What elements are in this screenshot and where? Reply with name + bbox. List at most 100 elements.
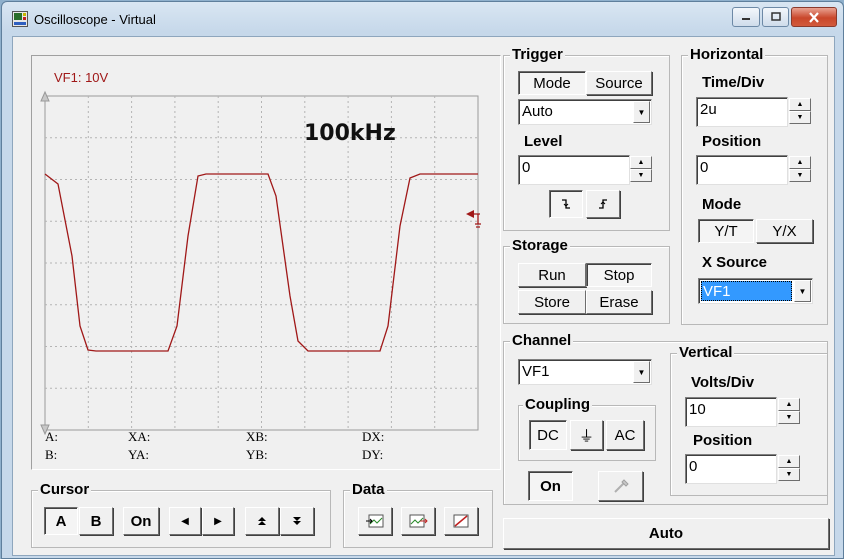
time-div-label: Time/Div <box>702 74 765 91</box>
trigger-rising-edge-button[interactable] <box>586 190 620 218</box>
vertical-position-label: Position <box>693 432 753 449</box>
cursor-right-button[interactable]: ▶ <box>202 507 234 535</box>
import-data-icon <box>409 514 428 528</box>
cursor-a-button[interactable]: A <box>44 507 78 535</box>
readout-a: A: <box>45 429 58 444</box>
horizontal-position-spinner[interactable]: ▲ ▼ <box>789 156 811 182</box>
readout-yb: YB: <box>246 447 268 462</box>
chevron-down-icon[interactable]: ▼ <box>633 101 650 123</box>
arrow-right-icon: ▶ <box>214 515 222 527</box>
vertical-position-spinner[interactable]: ▲ ▼ <box>778 455 800 481</box>
trigger-source-tab[interactable]: Source <box>586 71 652 95</box>
trigger-mode-select[interactable]: Auto ▼ <box>518 99 652 125</box>
cursor-up-button[interactable] <box>245 507 279 535</box>
cursor-on-button[interactable]: On <box>123 507 159 535</box>
coupling-gnd-button[interactable]: ⏚ <box>570 420 603 450</box>
chevron-down-icon[interactable]: ▼ <box>794 280 811 302</box>
horizontal-title: Horizontal <box>688 46 766 64</box>
chevron-down-icon[interactable]: ▼ <box>633 361 650 383</box>
erase-button[interactable]: Erase <box>586 290 652 314</box>
data-title: Data <box>350 481 387 499</box>
readout-ya: YA: <box>128 447 149 462</box>
trigger-level-spinner[interactable]: ▲ ▼ <box>630 156 652 182</box>
horizontal-position-label: Position <box>702 133 762 150</box>
maximize-button[interactable] <box>762 7 789 27</box>
spin-down-icon[interactable]: ▼ <box>778 411 800 424</box>
trigger-group: Trigger Mode Source Auto ▼ Level 0 ▲ ▼ <box>503 46 670 231</box>
frequency-annotation: 100kHz <box>304 121 396 146</box>
vertical-position-input[interactable]: 0 <box>685 454 777 484</box>
coupling-group: Coupling DC ⏚ AC <box>518 396 656 461</box>
probe-color-button[interactable] <box>598 471 643 501</box>
level-label: Level <box>524 133 563 150</box>
volts-div-label: Volts/Div <box>691 374 755 391</box>
double-arrow-down-icon <box>293 517 301 525</box>
x-source-select[interactable]: VF1 ▼ <box>698 278 813 304</box>
scope-screen: VF1: 10V 100kHz <box>32 56 500 469</box>
readout-dx: DX: <box>362 429 385 444</box>
horizontal-position-input[interactable]: 0 <box>696 155 788 185</box>
volts-div-spinner[interactable]: ▲ ▼ <box>778 398 800 424</box>
title-bar[interactable]: Oscilloscope - Virtual <box>2 2 843 36</box>
import-data-button[interactable] <box>401 507 435 535</box>
clear-data-icon <box>453 514 469 528</box>
coupling-ac-button[interactable]: AC <box>606 420 644 450</box>
minimize-icon <box>742 18 750 20</box>
coupling-dc-button[interactable]: DC <box>529 420 567 450</box>
spin-down-icon[interactable]: ▼ <box>789 169 811 182</box>
readout-dy: DY: <box>362 447 384 462</box>
trigger-mode-tab[interactable]: Mode <box>518 71 586 95</box>
spin-up-icon[interactable]: ▲ <box>789 156 811 169</box>
channel-on-button[interactable]: On <box>528 471 573 501</box>
oscilloscope-window: Oscilloscope - Virtual VF1: 10V 100kHz A… <box>1 1 844 559</box>
storage-group: Storage Run Stop Store Erase <box>503 237 670 324</box>
falling-edge-icon <box>562 199 570 209</box>
trigger-title: Trigger <box>510 46 565 64</box>
volts-div-input[interactable]: 10 <box>685 397 777 427</box>
storage-title: Storage <box>510 237 570 255</box>
mode-yt-button[interactable]: Y/T <box>698 219 754 243</box>
close-icon <box>809 11 819 23</box>
readout-xa: XA: <box>128 429 151 444</box>
spin-up-icon[interactable]: ▲ <box>778 455 800 468</box>
cursor-down-button[interactable] <box>280 507 314 535</box>
spin-up-icon[interactable]: ▲ <box>630 156 652 169</box>
vertical-title: Vertical <box>677 344 735 362</box>
auto-button[interactable]: Auto <box>503 518 829 549</box>
spin-up-icon[interactable]: ▲ <box>789 98 811 111</box>
channel-select[interactable]: VF1 ▼ <box>518 359 652 385</box>
spin-up-icon[interactable]: ▲ <box>778 398 800 411</box>
minimize-button[interactable] <box>732 7 760 27</box>
spin-down-icon[interactable]: ▼ <box>778 468 800 481</box>
data-group: Data <box>343 481 493 548</box>
cursor-group: Cursor A B On ◀ ▶ <box>31 481 331 548</box>
scope-display-frame: VF1: 10V 100kHz A: XA: XB: DX: B: YA: YB… <box>31 55 501 470</box>
spin-down-icon[interactable]: ▼ <box>630 169 652 182</box>
arrow-left-icon: ◀ <box>181 515 189 527</box>
coupling-title: Coupling <box>523 396 592 414</box>
cursor-left-button[interactable]: ◀ <box>169 507 201 535</box>
store-button[interactable]: Store <box>518 290 586 314</box>
oscilloscope-app-icon <box>12 11 28 27</box>
mode-yx-button[interactable]: Y/X <box>756 219 813 243</box>
trigger-mode-value: Auto <box>522 103 553 120</box>
channel-title: Channel <box>510 332 574 350</box>
cursor-b-button[interactable]: B <box>79 507 113 535</box>
time-div-input[interactable]: 2u <box>696 97 788 127</box>
trigger-falling-edge-button[interactable] <box>549 190 583 218</box>
clear-data-button[interactable] <box>444 507 478 535</box>
time-div-spinner[interactable]: ▲ ▼ <box>789 98 811 124</box>
horizontal-mode-label: Mode <box>702 196 742 213</box>
stop-button[interactable]: Stop <box>586 263 652 287</box>
export-data-button[interactable] <box>358 507 392 535</box>
maximize-icon <box>770 12 781 21</box>
spin-down-icon[interactable]: ▼ <box>789 111 811 124</box>
run-button[interactable]: Run <box>518 263 586 287</box>
rising-edge-icon <box>599 199 607 209</box>
cursor-title: Cursor <box>38 481 92 499</box>
vertical-group: Vertical Volts/Div 10 ▲ ▼ Position 0 ▲ ▼ <box>670 344 828 496</box>
channel-value: VF1 <box>522 363 550 380</box>
readout-xb: XB: <box>246 429 268 444</box>
close-button[interactable] <box>791 7 837 27</box>
trigger-level-input[interactable]: 0 <box>518 155 630 185</box>
